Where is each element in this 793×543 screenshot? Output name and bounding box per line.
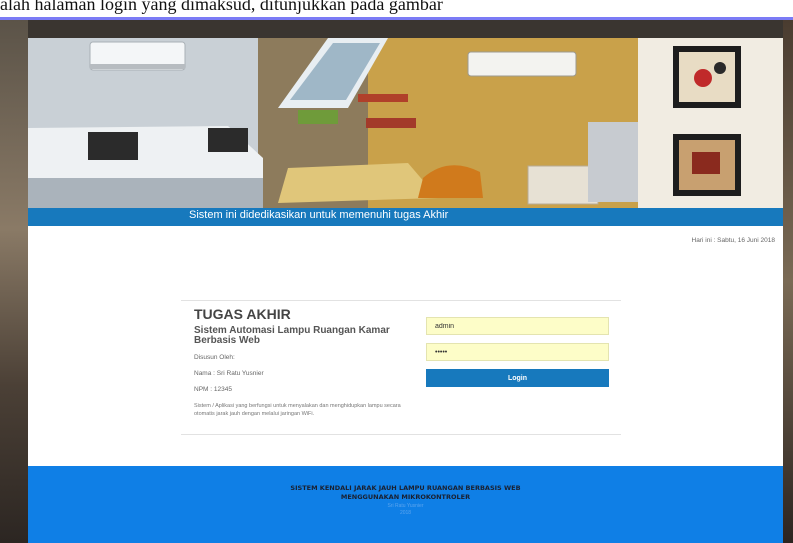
author-npm: NPM : 12345 [194,386,232,393]
author-label: Disusun Oleh: [194,354,235,361]
banner-illustration [28,38,783,208]
username-input[interactable] [426,317,609,335]
footer-title-line1: SISTEM KENDALI JARAK JAUH LAMPU RUANGAN … [290,484,521,492]
document-caption-text: alah halaman login yang dimaksud, ditunj… [0,0,443,14]
project-subtitle: Sistem Automasi Lampu Ruangan Kamar Berb… [194,325,390,346]
login-button[interactable]: Login [426,369,609,387]
footer-title-line2: MENGGUNAKAN MIKROKONTROLER [340,493,471,501]
caption-rule [0,17,793,20]
background-right [783,20,793,543]
project-description: Sistem / Aplikasi yang berfungsi untuk m… [194,403,401,417]
login-card: TUGAS AKHIR Sistem Automasi Lampu Ruanga… [181,300,621,435]
header-banner [28,38,783,208]
footer-year: 2018 [399,510,412,516]
author-name: Nama : Sri Ratu Yusnier [194,370,264,377]
header-strip: Sistem ini didedikasikan untuk memenuhi … [28,208,783,226]
background-left [0,20,28,543]
current-date: Hari ini : Sabtu, 16 Juni 2018 [691,237,775,244]
page-title: TUGAS AKHIR [194,306,291,322]
project-info: TUGAS AKHIR Sistem Automasi Lampu Ruanga… [194,306,409,418]
web-page: Sistem ini didedikasikan untuk memenuhi … [28,38,783,543]
document-caption: alah halaman login yang dimaksud, ditunj… [0,0,793,20]
password-input[interactable] [426,343,609,361]
footer: SISTEM KENDALI JARAK JAUH LAMPU RUANGAN … [28,466,783,543]
login-form: Login [426,317,609,387]
header-tagline: Sistem ini didedikasikan untuk memenuhi … [189,209,449,221]
footer-author: Sri Ratu Yusnier [387,503,424,509]
